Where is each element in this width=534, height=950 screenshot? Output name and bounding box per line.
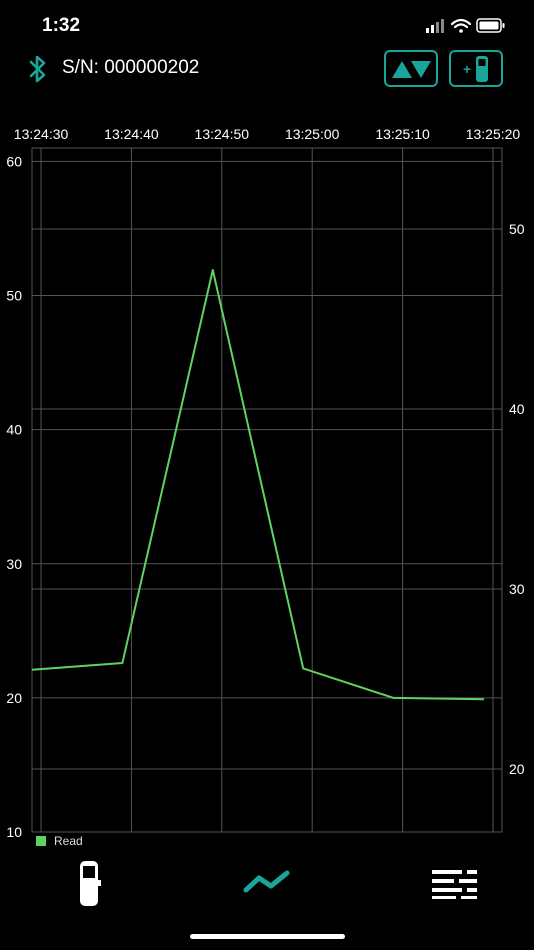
y-left-tick-label: 30 [6, 556, 22, 572]
status-bar: 1:32 [0, 0, 534, 50]
y-left-tick-label: 60 [6, 153, 22, 169]
y-left-tick-label: 20 [6, 690, 22, 706]
x-tick-label: 13:25:10 [375, 126, 430, 142]
y-right-tick-label: 30 [509, 581, 525, 597]
device-icon [80, 861, 101, 906]
x-tick-label: 13:24:30 [14, 126, 69, 142]
list-icon [432, 870, 477, 899]
sort-button[interactable] [384, 50, 438, 87]
trend-chart-icon [243, 870, 290, 893]
y-right-tick-label: 40 [509, 401, 525, 417]
add-device-icon: + [463, 56, 488, 82]
x-tick-label: 13:24:50 [195, 126, 250, 142]
status-icons [426, 18, 505, 33]
trend-chart: 13:24:30 13:24:40 13:24:50 13:25:00 13:25:10… [6, 126, 525, 838]
tab-list[interactable] [415, 855, 495, 910]
y-left-tick-label: 10 [6, 824, 22, 838]
tab-bar [0, 855, 534, 915]
home-indicator [190, 934, 345, 939]
x-tick-label: 13:25:20 [466, 126, 521, 142]
header: S/N: 000000202 + [0, 45, 534, 95]
y-left-tick-label: 40 [6, 422, 22, 438]
cellular-signal-icon [426, 19, 444, 33]
y-left-tick-label: 50 [6, 288, 22, 304]
battery-icon [476, 18, 505, 33]
y-right-tick-label: 20 [509, 761, 525, 777]
serial-number: S/N: 000000202 [62, 57, 200, 78]
wifi-icon [450, 18, 472, 33]
tab-chart[interactable] [227, 855, 307, 910]
bluetooth-icon [29, 55, 46, 83]
y-right-tick-label: 50 [509, 221, 525, 237]
svg-text:+: + [463, 61, 471, 77]
add-device-button[interactable]: + [449, 50, 503, 87]
legend-label: Read [54, 834, 83, 848]
tab-device[interactable] [50, 855, 130, 910]
legend-swatch [36, 836, 46, 846]
status-time: 1:32 [42, 15, 81, 36]
x-tick-label: 13:25:00 [285, 126, 340, 142]
up-down-triangles-icon [392, 61, 431, 78]
series-line-read [31, 269, 484, 701]
plot-frame [31, 147, 503, 833]
x-tick-label: 13:24:40 [104, 126, 159, 142]
